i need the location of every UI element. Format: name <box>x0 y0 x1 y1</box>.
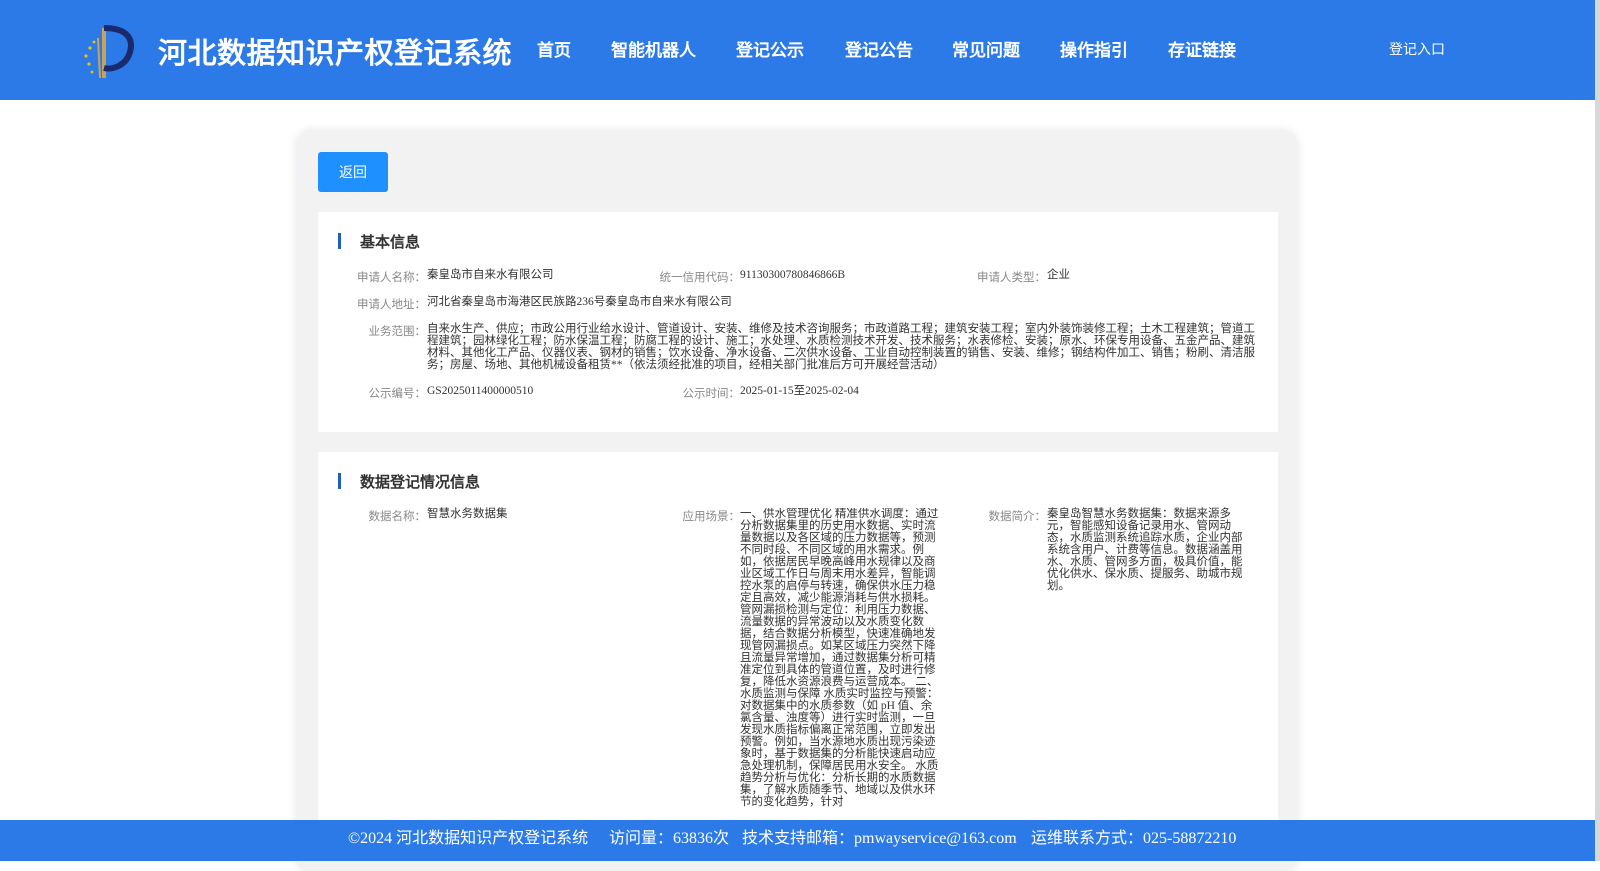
nav-guide[interactable]: 操作指引 <box>1060 36 1128 61</box>
footer-email: 技术支持邮箱：pmwayservice@163.com <box>742 830 1017 847</box>
notice-no-label: 公示编号： <box>368 388 427 400</box>
credit-code-label: 统一信用代码： <box>659 272 741 284</box>
notice-time-label: 公示时间： <box>682 388 741 400</box>
scenario-label: 应用场景： <box>682 511 741 523</box>
nav-evidence-link[interactable]: 存证链接 <box>1168 36 1236 61</box>
intro-label: 数据简介： <box>988 511 1047 523</box>
credit-code-value: 91130300780846866B <box>740 269 845 281</box>
applicant-type-label: 申请人类型： <box>977 272 1046 284</box>
data-registration-panel: 数据登记情况信息 数据名称： 智慧水务数据集 应用场景： 一、供水管理优化 精准… <box>318 452 1278 832</box>
footer-copyright: ©2024 河北数据知识产权登记系统 <box>348 830 589 847</box>
page-scrollbar[interactable] <box>1595 0 1600 861</box>
data-name-label: 数据名称： <box>368 511 427 523</box>
logo-icon <box>84 25 134 79</box>
scenario-value: 一、供水管理优化 精准供水调度：通过分析数据集里的历史用水数据、实时流量数据以及… <box>740 508 939 808</box>
back-button[interactable]: 返回 <box>318 152 388 192</box>
applicant-name-label: 申请人名称： <box>357 272 426 284</box>
notice-no-value: GS2025011400000510 <box>427 385 534 397</box>
scope-value: 自来水生产、供应；市政公用行业给水设计、管道设计、安装、维修及技术咨询服务；市政… <box>427 323 1255 371</box>
nav-registration-announcement[interactable]: 登记公告 <box>845 36 913 61</box>
section-title: 基本信息 <box>360 233 421 251</box>
notice-time-value: 2025-01-15至2025-02-04 <box>740 385 859 397</box>
basic-info-panel: 基本信息 申请人名称： 秦皇岛市自来水有限公司 统一信用代码： 91130300… <box>318 212 1278 432</box>
footer-visits: 访问量：63836次 <box>609 830 730 847</box>
address-label: 申请人地址： <box>357 299 426 311</box>
applicant-name-value: 秦皇岛市自来水有限公司 <box>427 269 554 281</box>
scope-label: 业务范围： <box>368 326 427 338</box>
login-link[interactable]: 登记入口 <box>1389 39 1445 59</box>
address-value: 河北省秦皇岛市海港区民族路236号秦皇岛市自来水有限公司 <box>427 296 732 308</box>
nav-home[interactable]: 首页 <box>537 36 571 61</box>
nav-robot[interactable]: 智能机器人 <box>611 36 696 61</box>
applicant-type-value: 企业 <box>1047 269 1070 281</box>
intro-value: 秦皇岛智慧水务数据集：数据来源多元，智能感知设备记录用水、管网动态，水质监测系统… <box>1047 508 1243 592</box>
footer: ©2024 河北数据知识产权登记系统 访问量：63836次 技术支持邮箱：pmw… <box>0 820 1595 861</box>
footer-phone: 运维联系方式：025-58872210 <box>1031 830 1237 847</box>
nav-registration-publicity[interactable]: 登记公示 <box>736 36 804 61</box>
data-name-value: 智慧水务数据集 <box>427 508 508 520</box>
top-header: 河北数据知识产权登记系统 首页 智能机器人 登记公示 登记公告 常见问题 操作指… <box>0 0 1595 100</box>
section-title: 数据登记情况信息 <box>360 473 481 491</box>
site-title[interactable]: 河北数据知识产权登记系统 <box>158 30 512 72</box>
nav-faq[interactable]: 常见问题 <box>952 36 1020 61</box>
